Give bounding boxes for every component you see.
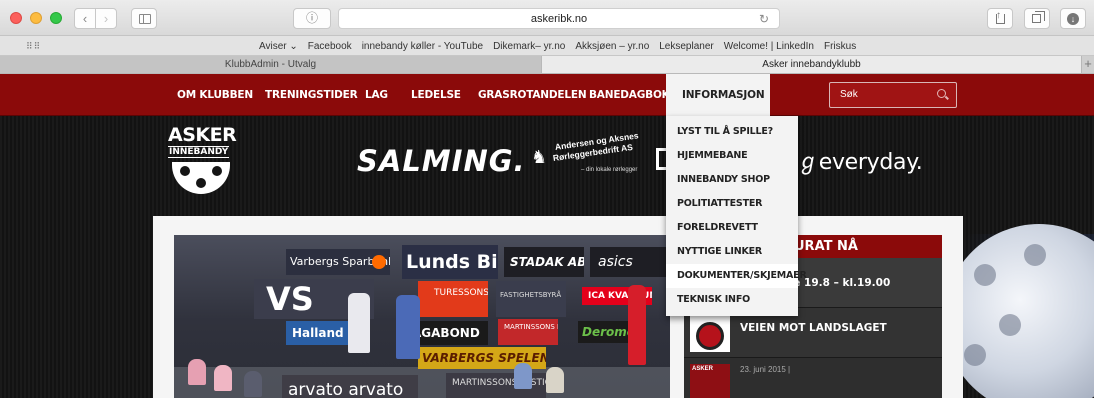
banner-arvato: arvato arvato	[282, 375, 418, 398]
hero-photo[interactable]: Varbergs Sparbank Lunds Bil STADAK AB as…	[174, 235, 670, 398]
minimize-window-button[interactable]	[30, 12, 42, 24]
banner-martinssons: MARTINSSONS FASTIGHETER	[498, 319, 558, 345]
nav-informasjon[interactable]: INFORMASJON	[666, 74, 770, 116]
banner-asics: asics	[590, 247, 670, 277]
everyday-mark-icon: ℊ	[797, 150, 819, 175]
favorite-linkedin[interactable]: Welcome! | LinkedIn	[724, 41, 814, 52]
person-figure	[348, 293, 370, 353]
news-thumbnail[interactable]: ASKER	[690, 364, 730, 398]
child-figure	[546, 367, 564, 393]
thumb-label: ASKER	[692, 366, 714, 372]
banner-turessons: TURESSONS BYGG AB	[418, 281, 488, 317]
informasjon-dropdown-menu: LYST TIL Å SPILLE? HJEMMEBANE INNEBANDY …	[666, 116, 807, 316]
chevron-right-icon: ›	[103, 11, 109, 26]
reader-button[interactable]: ⓘ	[293, 8, 331, 29]
chevron-left-icon: ‹	[82, 11, 88, 26]
nav-lag[interactable]: LAG	[365, 74, 388, 116]
nav-om-klubben[interactable]: OM KLUBBEN	[177, 74, 253, 116]
banner-stadak: STADAK AB	[504, 247, 584, 277]
ball-hole	[964, 344, 986, 366]
nav-treningstider[interactable]: TRENINGSTIDER	[265, 74, 358, 116]
favorite-facebook[interactable]: Facebook	[308, 41, 352, 52]
favorite-dikemark[interactable]: Dikemark– yr.no	[493, 41, 565, 52]
ball-hole	[974, 264, 996, 286]
tab-asker-innebandyklubb[interactable]: Asker innebandyklubb	[542, 56, 1082, 73]
sponsor-salming[interactable]: SALMING.	[357, 144, 526, 178]
sponsor-everyday-text: everyday.	[818, 150, 923, 175]
sidebar-toggle-button[interactable]	[131, 8, 157, 29]
plumber-icon: ♞	[531, 147, 548, 167]
tab-bar: KlubbAdmin - Utvalg Asker innebandyklubb…	[0, 56, 1094, 74]
nav-banedagbok[interactable]: BANEDAGBOK	[589, 74, 670, 116]
ball-hole	[999, 314, 1021, 336]
search-placeholder: Søk	[840, 89, 858, 100]
banner-lunds-bil: Lunds Bil	[402, 245, 498, 279]
favorites-list: Aviser ⌄ Facebook innebandy køller - You…	[259, 36, 856, 56]
sponsor-andersen-aksnes[interactable]: ♞ Andersen og Aksnes Rørleggerbedrift AS…	[531, 130, 666, 176]
child-figure	[514, 363, 532, 389]
banner-halland: Halland	[286, 321, 348, 345]
show-tabs-button[interactable]	[1024, 8, 1050, 29]
menu-item-innebandy-shop[interactable]: INNEBANDY SHOP	[666, 168, 798, 192]
news-item[interactable]: ASKER 23. juni 2015 |	[684, 358, 942, 398]
logo-ball-icon	[172, 162, 230, 194]
reload-icon[interactable]: ↻	[759, 9, 769, 29]
main-navigation: OM KLUBBEN TRENINGSTIDER LAG LEDELSE GRA…	[0, 74, 1094, 116]
banner-fastighetsbyra: FASTIGHETSBYRÅ	[496, 281, 566, 317]
share-icon	[996, 6, 1005, 25]
news-title[interactable]: VEIEN MOT LANDSLAGET	[740, 322, 887, 334]
info-icon: ⓘ	[305, 11, 318, 25]
new-tab-button[interactable]: +	[1082, 56, 1094, 73]
nav-ledelse[interactable]: LEDELSE	[411, 74, 461, 116]
menu-item-nyttige-linker[interactable]: NYTTIGE LINKER	[666, 240, 798, 264]
tabs-icon	[1032, 11, 1045, 23]
back-button[interactable]: ‹	[74, 8, 96, 29]
sponsor-andersen-line3: – din lokale rørlegger	[581, 167, 638, 173]
url-text: askeribk.no	[530, 13, 588, 25]
menu-item-lyst-til-a-spille[interactable]: LYST TIL Å SPILLE?	[666, 120, 798, 144]
share-button[interactable]	[987, 6, 1013, 29]
downloads-button[interactable]: ↓	[1060, 8, 1086, 29]
child-figure	[214, 365, 232, 391]
web-page: OM KLUBBEN TRENINGSTIDER LAG LEDELSE GRA…	[0, 74, 1094, 398]
menu-item-dokumenter-skjemaer[interactable]: DOKUMENTER/SKJEMAER	[666, 264, 807, 288]
search-icon[interactable]	[937, 89, 946, 98]
child-figure	[188, 359, 206, 385]
news-date: 23. juni 2015 |	[740, 365, 791, 374]
favorite-friskus[interactable]: Friskus	[824, 41, 856, 52]
menu-item-hjemmebane[interactable]: HJEMMEBANE	[666, 144, 798, 168]
news-thumbnail[interactable]	[690, 314, 730, 352]
club-logo[interactable]: ASKER INNEBANDY	[166, 124, 237, 198]
favorite-aviser[interactable]: Aviser ⌄	[259, 41, 298, 52]
child-figure	[244, 371, 262, 397]
ball-hole	[1024, 244, 1046, 266]
sponsor-everyday[interactable]: ℊeveryday.	[797, 144, 923, 176]
favorite-youtube[interactable]: innebandy køller - YouTube	[362, 41, 483, 52]
menu-item-foreldrevett[interactable]: FORELDREVETT	[666, 216, 798, 240]
close-window-button[interactable]	[10, 12, 22, 24]
news-header-title: URAT NÅ	[794, 239, 858, 254]
nav-grasrotandelen[interactable]: GRASROTANDELEN	[478, 74, 587, 116]
favorite-lekseplaner[interactable]: Lekseplaner	[659, 41, 713, 52]
address-bar[interactable]: askeribk.no ↻	[338, 8, 780, 29]
favorites-bar: ⠿⠿ Aviser ⌄ Facebook innebandy køller - …	[0, 36, 1094, 56]
favorite-akksjoen[interactable]: Akksjøen – yr.no	[575, 41, 649, 52]
zoom-window-button[interactable]	[50, 12, 62, 24]
sidebar-icon	[139, 14, 151, 24]
title-bar: ‹ › ⓘ askeribk.no ↻ ↓	[0, 0, 1094, 36]
search-input[interactable]: Søk	[829, 82, 957, 108]
grid-icon[interactable]: ⠿⠿	[26, 41, 40, 51]
browser-window: ‹ › ⓘ askeribk.no ↻ ↓ ⠿⠿ Aviser ⌄ Facebo…	[0, 0, 1094, 398]
menu-item-politiattester[interactable]: POLITIATTESTER	[666, 192, 798, 216]
person-figure	[628, 285, 646, 365]
logo-name: ASKER	[168, 124, 237, 146]
banner-agabond: AGABOND	[408, 321, 488, 345]
tab-klubbadmin[interactable]: KlubbAdmin - Utvalg	[0, 56, 542, 73]
forward-button[interactable]: ›	[95, 8, 117, 29]
sparbank-logo-icon	[372, 255, 386, 269]
logo-subtitle: INNEBANDY	[168, 146, 230, 158]
download-icon: ↓	[1067, 13, 1079, 25]
menu-item-teknisk-info[interactable]: TEKNISK INFO	[666, 288, 798, 312]
person-figure	[396, 295, 420, 359]
